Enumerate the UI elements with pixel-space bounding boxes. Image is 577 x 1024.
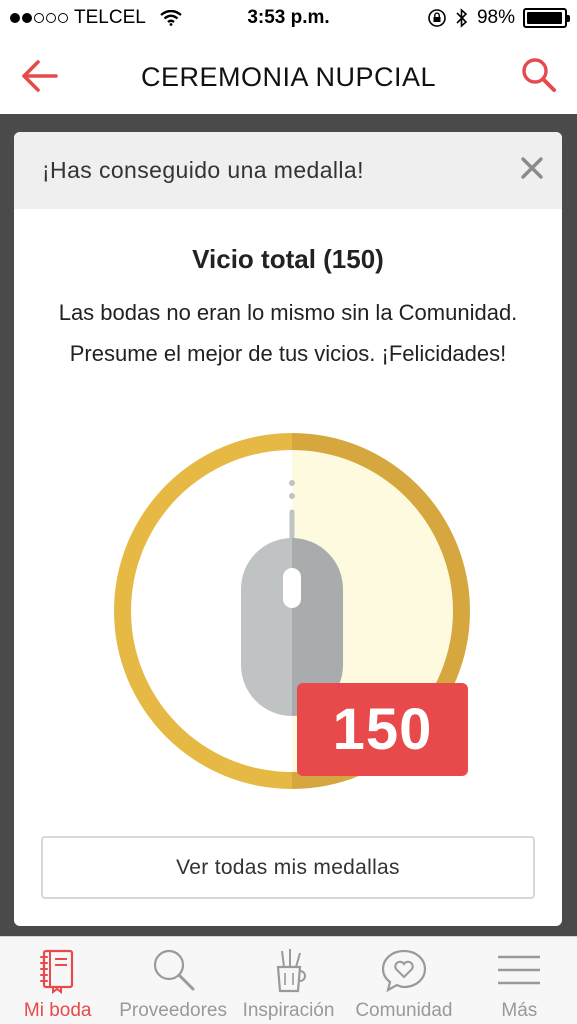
medal-name: Vicio total (150) bbox=[192, 244, 384, 274]
tab-label: Inspiración bbox=[242, 1000, 335, 1021]
battery-icon bbox=[523, 8, 570, 28]
app-header: CEREMONIA NUPCIAL bbox=[0, 38, 577, 114]
tab-label: Mi boda bbox=[23, 1000, 92, 1021]
close-icon[interactable] bbox=[516, 152, 548, 184]
status-bar: TELCEL 3:53 p.m. 98% bbox=[0, 0, 577, 38]
status-right: 98% bbox=[427, 7, 570, 29]
dialog-header: ¡Has conseguido una medalla! bbox=[14, 132, 562, 209]
medal-description: Las bodas no eran lo mismo sin la Comuni… bbox=[58, 300, 518, 366]
battery-percent: 98% bbox=[476, 7, 515, 28]
notebook-icon bbox=[39, 949, 73, 994]
tab-proveedores[interactable]: Proveedores bbox=[115, 937, 230, 1024]
medal-count-badge: 150 bbox=[297, 683, 468, 776]
page-title: CEREMONIA NUPCIAL bbox=[140, 62, 437, 92]
search-icon bbox=[154, 949, 195, 991]
pencil-cup-icon bbox=[276, 949, 306, 993]
bottom-tab-bar: Mi boda Proveedores Inspiración Comunida… bbox=[0, 936, 577, 1024]
tab-label: Más bbox=[501, 1000, 538, 1021]
view-all-medals-button[interactable]: Ver todas mis medallas bbox=[41, 836, 535, 899]
tab-label: Comunidad bbox=[355, 1000, 453, 1021]
tab-label: Proveedores bbox=[119, 1000, 227, 1021]
search-icon[interactable] bbox=[517, 54, 561, 98]
dialog-title: ¡Has conseguido una medalla! bbox=[42, 157, 364, 183]
bluetooth-icon bbox=[456, 8, 468, 28]
tab-comunidad[interactable]: Comunidad bbox=[346, 937, 461, 1024]
tab-inspiracion[interactable]: Inspiración bbox=[231, 937, 346, 1024]
tab-mi-boda[interactable]: Mi boda bbox=[0, 937, 115, 1024]
menu-icon bbox=[498, 955, 541, 985]
medal-dialog: ¡Has conseguido una medalla! Vicio total… bbox=[14, 132, 562, 926]
chat-heart-icon bbox=[381, 949, 427, 993]
tab-mas[interactable]: Más bbox=[462, 937, 577, 1024]
rotation-lock-icon bbox=[428, 9, 446, 27]
